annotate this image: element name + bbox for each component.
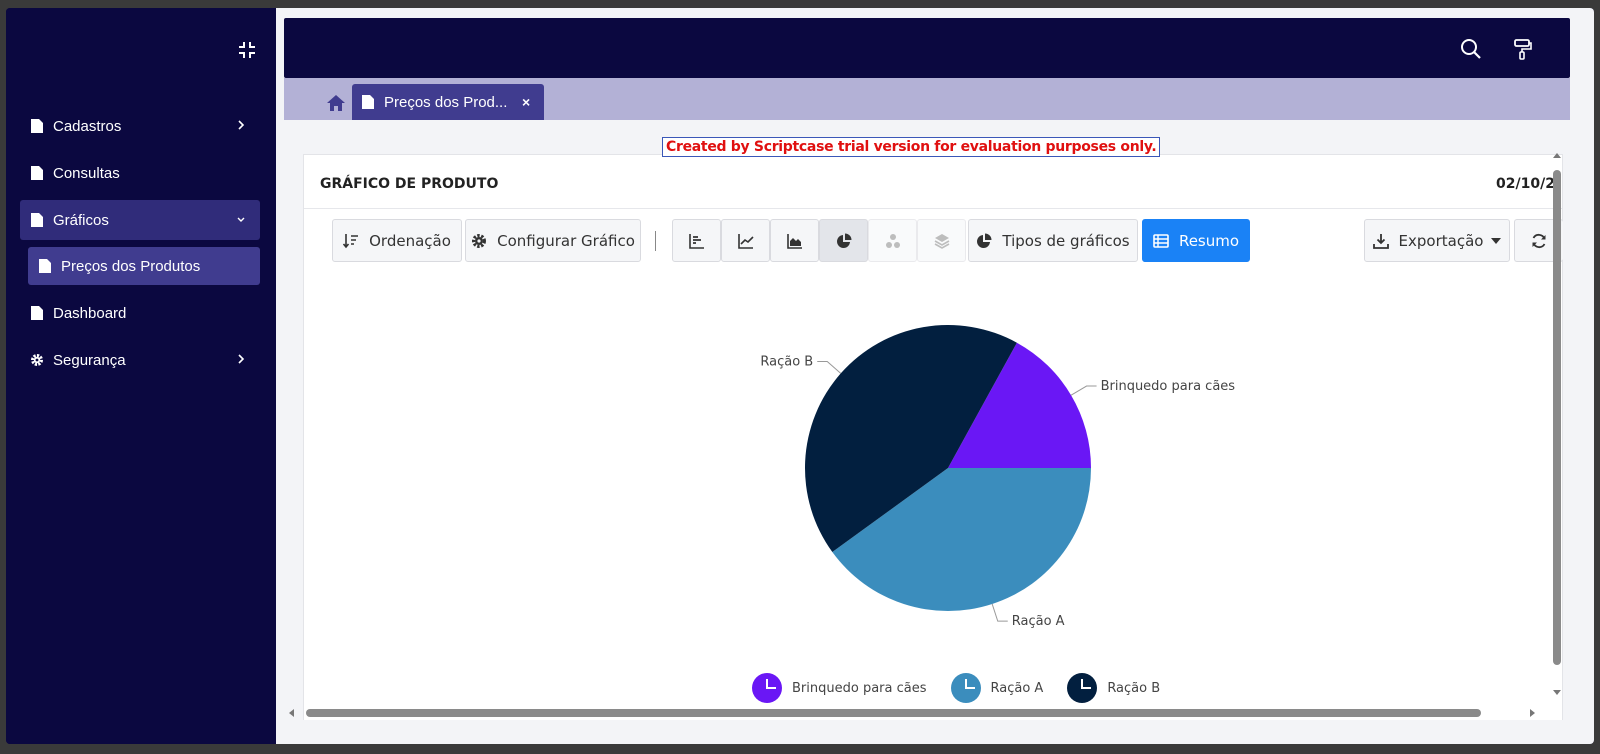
pie-chart-icon — [836, 233, 852, 249]
pie-chart-button[interactable] — [819, 219, 868, 262]
panel-header: GRÁFICO DE PRODUTO 02/10/2 — [304, 155, 1562, 209]
bubble-chart-icon — [885, 233, 901, 249]
table-icon — [1153, 233, 1169, 249]
legend-swatch-icon — [1067, 673, 1098, 703]
slice-label-leader — [817, 361, 842, 374]
chart-types-button[interactable]: Tipos de gráficos — [968, 219, 1138, 262]
area-chart-button[interactable] — [770, 219, 819, 262]
search-icon[interactable] — [1460, 38, 1482, 60]
caret-down-icon — [1491, 237, 1502, 244]
top-bar — [284, 18, 1570, 78]
legend-item[interactable]: Ração A — [950, 673, 1044, 703]
close-icon[interactable]: × — [522, 94, 530, 110]
tab-strip: Preços dos Prod... × — [284, 78, 1570, 120]
sidebar-item-graficos[interactable]: Gráficos — [20, 200, 260, 240]
legend-label: Ração A — [990, 680, 1044, 696]
legend-label: Brinquedo para cães — [792, 680, 927, 696]
pie-chart: Brinquedo para cães Ração A Ração B — [760, 325, 1236, 629]
stacked-chart-button[interactable] — [917, 219, 966, 262]
slice-label: Ração B — [760, 355, 813, 370]
chart-types-label: Tipos de gráficos — [1002, 231, 1130, 250]
refresh-icon — [1531, 233, 1547, 249]
app-window: Cadastros Consultas Gráficos Preços dos … — [6, 8, 1594, 744]
configure-chart-button[interactable]: Configurar Gráfico — [465, 219, 641, 262]
gear-icon — [471, 233, 487, 249]
sidebar-item-label: Consultas — [53, 164, 120, 182]
tab-precos-dos-produtos[interactable]: Preços dos Prod... × — [352, 84, 544, 120]
file-icon — [30, 306, 44, 320]
main-area: Preços dos Prod... × GRÁFICO DE PRODUTO … — [276, 8, 1594, 744]
sidebar-menu: Cadastros Consultas Gráficos Preços dos … — [20, 106, 260, 387]
chevron-right-icon — [234, 118, 248, 132]
legend-item[interactable]: Ração B — [1067, 673, 1160, 703]
sidebar: Cadastros Consultas Gráficos Preços dos … — [6, 8, 276, 744]
file-icon — [30, 119, 44, 133]
configure-chart-label: Configurar Gráfico — [497, 231, 635, 250]
chart-panel: GRÁFICO DE PRODUTO 02/10/2 Ordenação Con… — [303, 154, 1563, 720]
file-icon — [30, 213, 44, 227]
chevron-down-icon — [234, 212, 248, 226]
paint-roller-icon[interactable] — [1512, 38, 1534, 60]
bubble-chart-button[interactable] — [868, 219, 917, 262]
sort-button[interactable]: Ordenação — [332, 219, 462, 262]
download-icon — [1372, 233, 1389, 249]
legend-label: Ração B — [1107, 680, 1161, 696]
sidebar-item-seguranca[interactable]: Segurança — [20, 340, 260, 380]
export-button[interactable]: Exportação — [1364, 219, 1510, 262]
pie-chart-icon — [976, 233, 992, 249]
sort-label: Ordenação — [369, 231, 451, 250]
sidebar-item-dashboard[interactable]: Dashboard — [20, 293, 260, 333]
file-icon — [38, 259, 52, 273]
trial-notice: Created by Scriptcase trial version for … — [662, 137, 1161, 157]
line-chart-button[interactable] — [721, 219, 770, 262]
chart-toolbar: Ordenação Configurar Gráfico Tipos de gr… — [304, 219, 1563, 263]
compress-icon[interactable] — [238, 41, 256, 59]
content-frame: GRÁFICO DE PRODUTO 02/10/2 Ordenação Con… — [284, 120, 1570, 720]
home-icon[interactable] — [326, 94, 346, 112]
sidebar-item-label: Dashboard — [53, 304, 127, 322]
sidebar-item-consultas[interactable]: Consultas — [20, 153, 260, 193]
summary-label: Resumo — [1178, 231, 1240, 250]
chart-area: Brinquedo para cães Ração A Ração B — [304, 275, 1562, 715]
file-icon — [362, 95, 374, 109]
sidebar-item-label: Cadastros — [53, 117, 122, 135]
area-chart-icon — [786, 233, 803, 249]
slice-label: Ração A — [1012, 614, 1065, 629]
export-label: Exportação — [1398, 231, 1484, 250]
bar-chart-icon — [688, 233, 705, 249]
legend-item[interactable]: Brinquedo para cães — [752, 673, 927, 703]
panel-date: 02/10/2 — [1496, 176, 1555, 192]
gear-icon — [30, 353, 44, 367]
sidebar-item-precos-dos-produtos[interactable]: Preços dos Produtos — [28, 247, 260, 285]
tab-label: Preços dos Prod... — [384, 93, 508, 111]
file-icon — [30, 166, 44, 180]
sort-icon — [343, 233, 359, 249]
sidebar-item-label: Preços dos Produtos — [61, 257, 201, 275]
page-title: GRÁFICO DE PRODUTO — [320, 176, 499, 192]
bar-chart-button[interactable] — [672, 219, 721, 262]
sidebar-item-label: Segurança — [53, 351, 126, 369]
vertical-scrollbar[interactable] — [1550, 148, 1564, 718]
sidebar-item-cadastros[interactable]: Cadastros — [20, 106, 260, 146]
slice-label: Brinquedo para cães — [1101, 379, 1236, 394]
chevron-right-icon — [234, 352, 248, 366]
layers-icon — [934, 233, 950, 249]
legend-swatch-icon — [950, 673, 981, 703]
legend-swatch-icon — [752, 673, 782, 703]
summary-button[interactable]: Resumo — [1142, 219, 1250, 262]
sidebar-item-label: Gráficos — [53, 211, 109, 229]
slice-label-leader — [1070, 385, 1097, 396]
toolbar-divider — [655, 231, 656, 251]
horizontal-scrollbar[interactable] — [284, 706, 1550, 720]
chart-legend: Brinquedo para cães Ração A Ração B — [752, 673, 1184, 703]
line-chart-icon — [737, 233, 754, 249]
slice-label-leader — [991, 603, 1008, 622]
